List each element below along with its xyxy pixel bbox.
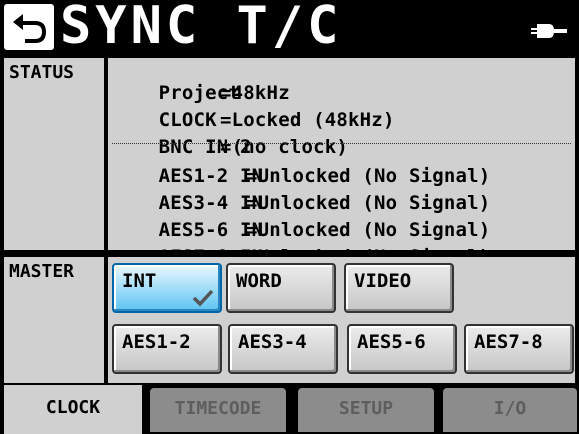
status-info-panel: Project =48kHz CLOCK =Locked (48kHz) BNC I… xyxy=(108,58,575,268)
tab-clock[interactable]: CLOCK xyxy=(4,385,142,434)
tab-timecode[interactable]: TIMECODE xyxy=(150,388,286,432)
master-section-label: MASTER xyxy=(4,257,104,383)
master-aes5-6-button[interactable]: AES5-6 xyxy=(347,324,457,374)
page-title: SYNC T/C xyxy=(60,0,343,56)
master-aes1-2-button[interactable]: AES1-2 xyxy=(112,324,222,374)
back-button[interactable] xyxy=(4,4,54,50)
tab-io[interactable]: I/O xyxy=(443,388,577,432)
master-selection-panel: INT WORD VIDEO AES1-2 AES3-4 AES5-6 AES7… xyxy=(108,257,575,383)
header-bar: SYNC T/C xyxy=(0,0,579,55)
tab-setup[interactable]: SETUP xyxy=(298,388,434,432)
tab-bar: CLOCK TIMECODE SETUP I/O xyxy=(0,385,579,434)
return-arrow-icon xyxy=(13,14,46,43)
checkmark-icon xyxy=(192,289,214,307)
power-plug-icon xyxy=(531,24,567,38)
master-aes7-8-button[interactable]: AES7-8 xyxy=(464,324,574,374)
status-section-label: STATUS xyxy=(4,58,104,250)
master-video-button[interactable]: VIDEO xyxy=(344,263,454,313)
master-aes3-4-button[interactable]: AES3-4 xyxy=(228,324,338,374)
master-int-button[interactable]: INT xyxy=(112,263,222,313)
master-word-button[interactable]: WORD xyxy=(226,263,336,313)
